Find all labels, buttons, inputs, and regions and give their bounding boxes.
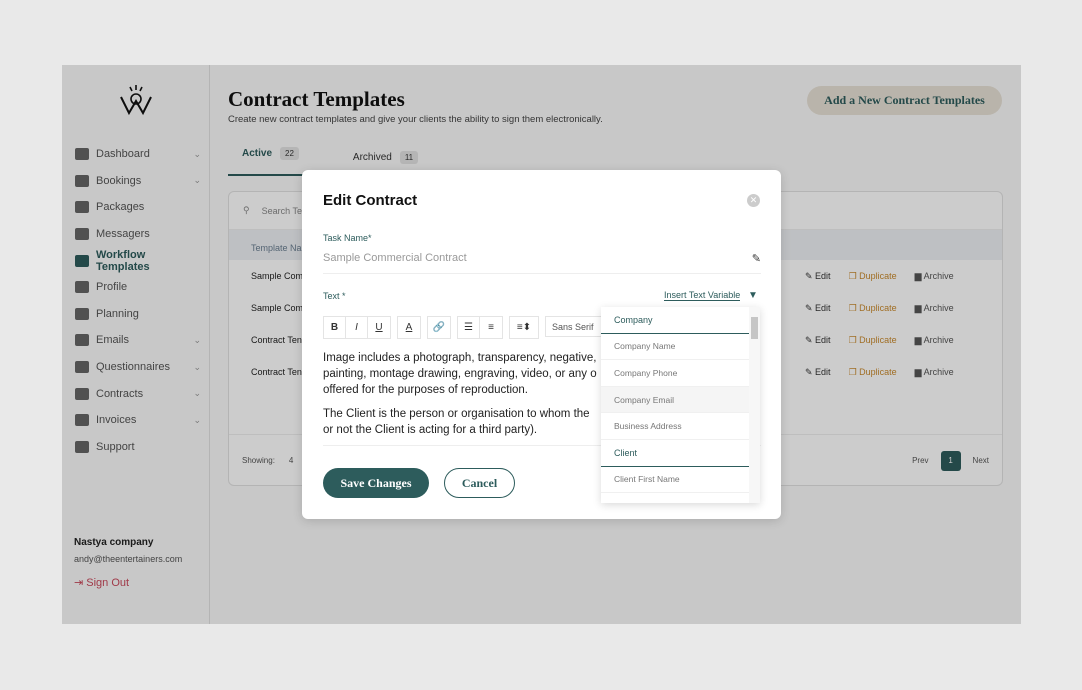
save-changes-button[interactable]: Save Changes: [323, 468, 429, 498]
text-variable-dropdown: Company Company Name Company Phone Company …: [601, 307, 760, 503]
link-button[interactable]: 🔗: [428, 317, 450, 338]
dropdown-option[interactable]: Client Last Name: [601, 493, 749, 503]
dropdown-group-header: Client: [601, 440, 749, 467]
text-label: Text *: [323, 291, 346, 301]
bold-button[interactable]: B: [324, 317, 346, 338]
close-icon[interactable]: ✕: [747, 194, 760, 207]
modal-title: Edit Contract: [323, 192, 418, 209]
cancel-button[interactable]: Cancel: [444, 468, 515, 498]
scrollbar-thumb[interactable]: [751, 317, 758, 339]
underline-button[interactable]: U: [368, 317, 390, 338]
text-color-button[interactable]: A: [398, 317, 420, 338]
insert-text-variable-button[interactable]: Insert Text Variable: [664, 290, 741, 301]
align-button[interactable]: ≡⬍: [510, 317, 538, 338]
scrollbar[interactable]: [749, 307, 760, 503]
dropdown-group-header: Company: [601, 307, 749, 334]
numbered-list-button[interactable]: ≡: [480, 317, 502, 338]
pencil-icon[interactable]: ✎: [752, 252, 761, 265]
task-name-label: Task Name*: [323, 233, 372, 243]
dropdown-option[interactable]: Company Name: [601, 334, 749, 361]
dropdown-option[interactable]: Client First Name: [601, 467, 749, 494]
italic-button[interactable]: I: [346, 317, 368, 338]
dropdown-option[interactable]: Business Address: [601, 413, 749, 440]
dropdown-option[interactable]: Company Email: [601, 386, 749, 414]
editor-toolbar: BIU A 🔗 ☰ ≡ ≡⬍ Sans Serif: [323, 316, 615, 339]
dropdown-option[interactable]: Company Phone: [601, 360, 749, 387]
edit-contract-modal: Edit Contract ✕ Task Name* Sample Commer…: [302, 170, 781, 519]
caret-down-icon[interactable]: ▼: [748, 290, 758, 301]
task-name-input[interactable]: Sample Commercial Contract ✎: [323, 252, 761, 274]
bullet-list-button[interactable]: ☰: [458, 317, 480, 338]
